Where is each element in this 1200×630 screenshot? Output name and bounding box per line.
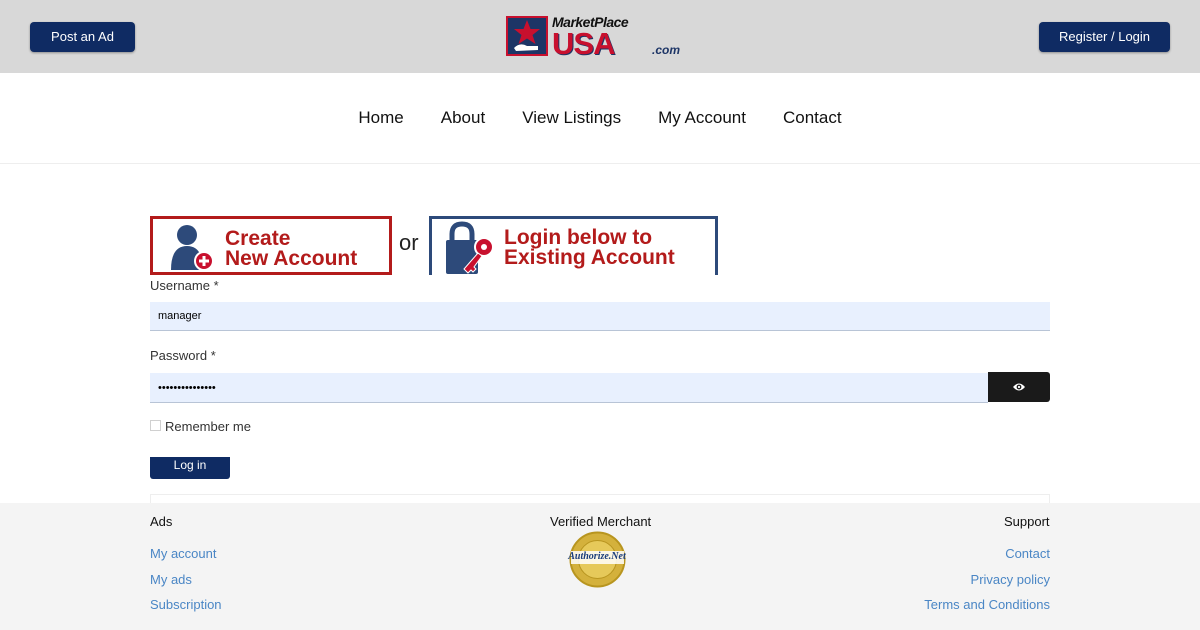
password-label: Password * xyxy=(150,348,216,363)
marketplace-usa-logo[interactable]: MarketPlace USA .com xyxy=(506,14,686,60)
post-an-ad-button[interactable]: Post an Ad xyxy=(30,22,135,52)
footer-link-terms-and-conditions[interactable]: Terms and Conditions xyxy=(924,597,1050,612)
authorize-net-seal[interactable]: Authorize.Net xyxy=(568,531,626,588)
footer-link-privacy-policy[interactable]: Privacy policy xyxy=(971,572,1050,587)
logo-suffix-text: .com xyxy=(652,43,681,57)
password-input[interactable]: ••••••••••••••• xyxy=(150,373,988,403)
create-banner-line2: New Account xyxy=(225,247,358,270)
nav-item-about[interactable]: About xyxy=(441,108,485,128)
register-login-button[interactable]: Register / Login xyxy=(1039,22,1170,52)
create-new-account-banner[interactable]: Create New Account xyxy=(150,216,392,275)
login-banner-line1: Login below to xyxy=(504,226,653,249)
username-input[interactable]: manager xyxy=(150,302,1050,331)
eye-icon xyxy=(1013,383,1025,391)
add-user-icon xyxy=(171,225,214,271)
login-banner-line2: Existing Account xyxy=(504,246,675,269)
login-existing-account-banner: Login below to Existing Account xyxy=(429,216,718,275)
nav-item-home[interactable]: Home xyxy=(358,108,403,128)
nav-item-view-listings[interactable]: View Listings xyxy=(522,108,621,128)
seal-text: Authorize.Net xyxy=(568,551,626,562)
footer-ads-heading: Ads xyxy=(150,514,173,529)
nav-item-my-account[interactable]: My Account xyxy=(658,108,746,128)
footer-link-my-account[interactable]: My account xyxy=(150,546,216,561)
log-in-button[interactable]: Log in xyxy=(150,457,230,479)
remember-me-label[interactable]: Remember me xyxy=(165,419,251,434)
username-label: Username * xyxy=(150,278,219,293)
nav-item-contact[interactable]: Contact xyxy=(783,108,842,128)
footer-link-contact[interactable]: Contact xyxy=(1005,546,1050,561)
top-header-bar: Post an Ad MarketPlace USA .com Register… xyxy=(0,0,1200,73)
footer-link-subscription[interactable]: Subscription xyxy=(150,597,222,612)
lock-key-icon xyxy=(446,221,494,274)
footer-support-heading: Support xyxy=(1004,514,1050,529)
toggle-password-visibility-button[interactable] xyxy=(988,372,1050,402)
or-separator: or xyxy=(399,230,419,255)
create-banner-line1: Create xyxy=(225,227,291,250)
logo-badge-icon xyxy=(506,16,548,56)
site-footer: Ads My account My ads Subscription Verif… xyxy=(0,503,1200,630)
logo-main-text: USA xyxy=(552,26,615,61)
footer-verified-heading: Verified Merchant xyxy=(550,514,652,529)
main-navigation: Home About View Listings My Account Cont… xyxy=(0,73,1200,164)
remember-me-checkbox[interactable] xyxy=(150,420,161,431)
footer-link-my-ads[interactable]: My ads xyxy=(150,572,192,587)
